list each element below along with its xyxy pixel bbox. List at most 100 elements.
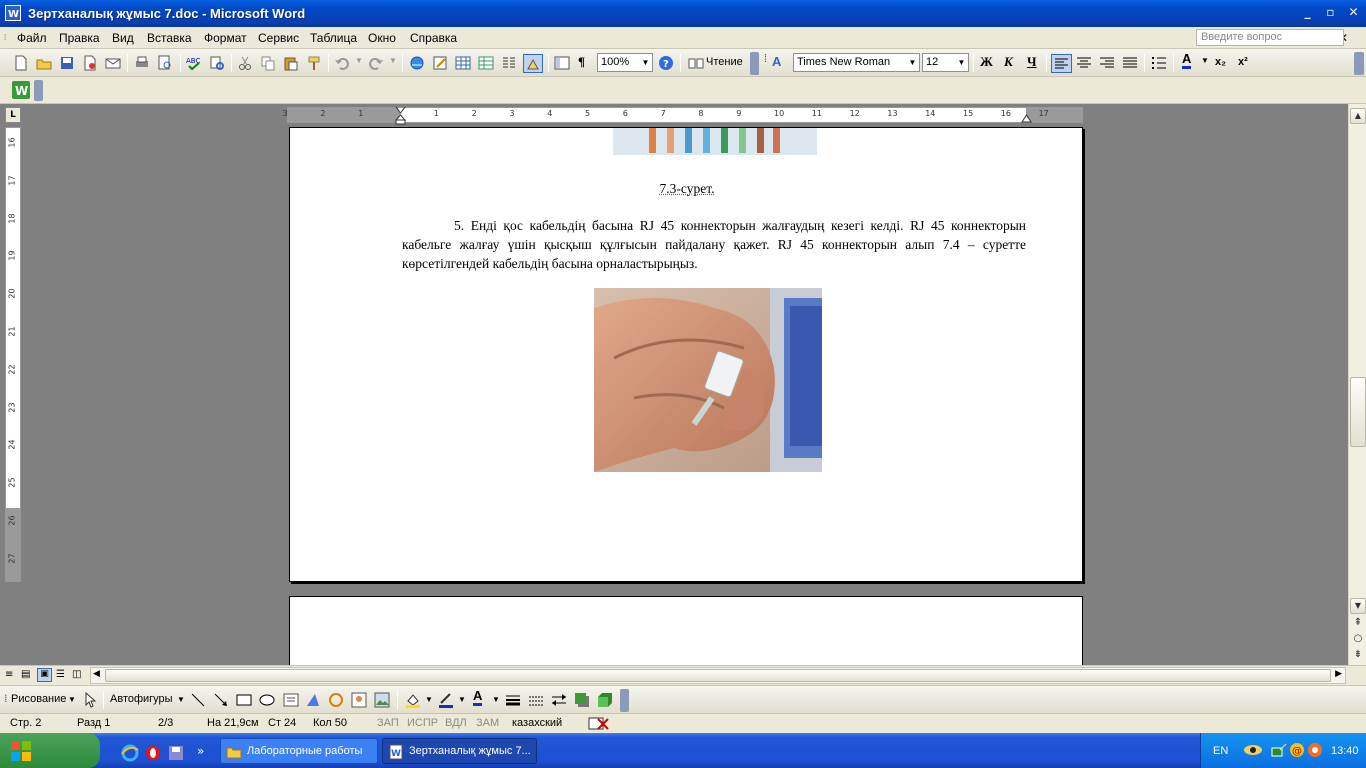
- align-right-icon[interactable]: [1099, 55, 1115, 71]
- italic-button[interactable]: К: [1004, 54, 1013, 70]
- scroll-left-icon[interactable]: ◀: [93, 669, 100, 679]
- chevron-down-icon[interactable]: ▼: [907, 54, 918, 71]
- start-button[interactable]: [0, 733, 100, 768]
- spelling-status-icon[interactable]: [588, 716, 610, 731]
- clipart-icon[interactable]: [351, 692, 367, 708]
- arrow-icon[interactable]: [213, 692, 229, 708]
- menu-tools[interactable]: Сервис: [258, 31, 299, 45]
- diagram-icon[interactable]: [328, 692, 344, 708]
- horizontal-ruler[interactable]: 3 2 1 1 2 3 4 5 6 7 8 9 10 11 12 13 14 15 16 17: [283, 107, 1083, 125]
- normal-view-icon[interactable]: ≡: [5, 669, 13, 680]
- menu-edit[interactable]: Правка: [59, 31, 100, 45]
- web-layout-icon[interactable]: ▤: [21, 669, 30, 680]
- font-color-button[interactable]: A: [1182, 52, 1192, 69]
- shadow-style-icon[interactable]: [574, 692, 590, 708]
- hscroll-thumb[interactable]: [105, 669, 1331, 682]
- select-browse-object-icon[interactable]: ○: [1350, 632, 1366, 648]
- document-map-icon[interactable]: [554, 55, 570, 71]
- right-indent-marker-icon[interactable]: [1021, 113, 1032, 123]
- mail-tray-icon[interactable]: @: [1289, 742, 1305, 758]
- research-icon[interactable]: [209, 55, 225, 71]
- book-icon[interactable]: [688, 55, 704, 71]
- cut-icon[interactable]: [237, 55, 253, 71]
- hyperlink-icon[interactable]: [409, 55, 425, 71]
- subscript-button[interactable]: x₂: [1215, 56, 1226, 68]
- rectangle-icon[interactable]: [236, 692, 252, 708]
- previous-page-icon[interactable]: ⇞: [1350, 616, 1366, 632]
- restore-button[interactable]: ▫: [1320, 3, 1341, 24]
- print-preview-icon[interactable]: [157, 55, 173, 71]
- print-layout-icon[interactable]: ▣: [37, 668, 52, 682]
- font-color-dropdown-icon[interactable]: ▼: [1201, 56, 1209, 65]
- scroll-right-icon[interactable]: ▶: [1335, 669, 1342, 679]
- antivirus-tray-icon[interactable]: [1307, 742, 1323, 758]
- toolbar-overflow-handle[interactable]: [750, 52, 759, 75]
- document-page[interactable]: 7.3-сурет. 5. Енді қос кабельдің басына …: [289, 127, 1083, 582]
- chevron-down-icon[interactable]: ▼: [492, 695, 500, 704]
- menu-format[interactable]: Формат: [204, 31, 247, 45]
- tables-borders-icon[interactable]: [432, 55, 448, 71]
- scroll-up-icon[interactable]: ▲: [1350, 108, 1366, 124]
- permission-icon[interactable]: [82, 55, 98, 71]
- menu-file[interactable]: Файл: [17, 31, 47, 45]
- undo-icon[interactable]: [334, 55, 350, 71]
- eye-tray-icon[interactable]: [1243, 743, 1263, 757]
- status-extend[interactable]: ВДЛ: [445, 717, 467, 729]
- chevron-down-icon[interactable]: ▼: [68, 695, 76, 704]
- internet-explorer-icon[interactable]: [121, 744, 139, 762]
- undo-dropdown-icon[interactable]: ▼: [355, 56, 363, 65]
- bold-button[interactable]: Ж: [980, 54, 993, 70]
- scroll-thumb[interactable]: [1350, 377, 1366, 447]
- save-disk-icon[interactable]: [167, 744, 185, 762]
- new-document-icon[interactable]: [13, 55, 29, 71]
- zoom-combo[interactable]: 100% ▼: [597, 53, 653, 72]
- line-style-icon[interactable]: [505, 692, 521, 708]
- taskbar-button-labs[interactable]: Лабораторные работы: [220, 738, 378, 764]
- next-page-icon[interactable]: ⇟: [1350, 648, 1366, 664]
- read-mode-button[interactable]: Чтение: [706, 56, 743, 68]
- status-track-changes[interactable]: ИСПР: [407, 717, 438, 729]
- clock[interactable]: 13:40: [1331, 745, 1359, 757]
- scroll-down-icon[interactable]: ▼: [1350, 598, 1366, 614]
- open-folder-icon[interactable]: [36, 55, 52, 71]
- menu-view[interactable]: Вид: [112, 31, 134, 45]
- insert-table-icon[interactable]: [455, 55, 471, 71]
- menu-table[interactable]: Таблица: [310, 31, 357, 45]
- select-objects-icon[interactable]: [82, 692, 98, 708]
- font-size-combo[interactable]: 12 ▼: [922, 53, 969, 72]
- arrow-style-icon[interactable]: [551, 692, 567, 708]
- tab-selector[interactable]: L: [5, 107, 21, 123]
- redo-icon[interactable]: [368, 55, 384, 71]
- paste-icon[interactable]: [283, 55, 299, 71]
- toolbar-overflow-handle[interactable]: [620, 689, 629, 712]
- word-app-icon[interactable]: W: [5, 5, 21, 21]
- w-addin-icon[interactable]: W: [12, 81, 30, 99]
- vertical-ruler[interactable]: 16 17 18 19 20 21 22 23 24 25 26 27: [5, 127, 21, 582]
- chevron-down-icon[interactable]: ▼: [177, 695, 185, 704]
- menu-window[interactable]: Окно: [368, 31, 396, 45]
- minimize-button[interactable]: _: [1297, 3, 1318, 24]
- quicklaunch-more-icon[interactable]: »: [197, 744, 204, 758]
- line-icon[interactable]: [190, 692, 206, 708]
- toolbar-overflow-handle[interactable]: [1354, 52, 1364, 75]
- justify-icon[interactable]: [1122, 55, 1138, 71]
- wordart-icon[interactable]: [305, 692, 321, 708]
- taskbar-button-word[interactable]: W Зертханалық жұмыс 7...: [382, 738, 537, 764]
- line-color-icon[interactable]: [438, 692, 454, 708]
- ask-question-input[interactable]: Введите вопрос: [1196, 29, 1344, 46]
- menu-insert[interactable]: Вставка: [147, 31, 192, 45]
- align-center-icon[interactable]: [1076, 55, 1092, 71]
- outline-view-icon[interactable]: ☰: [56, 669, 65, 680]
- columns-icon[interactable]: [501, 55, 517, 71]
- chevron-down-icon[interactable]: ▼: [956, 54, 967, 71]
- menu-help[interactable]: Справка: [410, 31, 457, 45]
- insert-excel-icon[interactable]: [478, 55, 494, 71]
- vertical-scrollbar[interactable]: ▲ ▼ ⇞ ○ ⇟: [1348, 104, 1366, 665]
- draw-font-color-button[interactable]: A: [473, 689, 483, 706]
- styles-icon[interactable]: A: [772, 54, 781, 69]
- save-icon[interactable]: [59, 55, 75, 71]
- format-painter-icon[interactable]: [306, 55, 322, 71]
- text-box-icon[interactable]: [283, 692, 299, 708]
- language-indicator[interactable]: EN: [1213, 745, 1228, 757]
- document-page[interactable]: [289, 596, 1083, 676]
